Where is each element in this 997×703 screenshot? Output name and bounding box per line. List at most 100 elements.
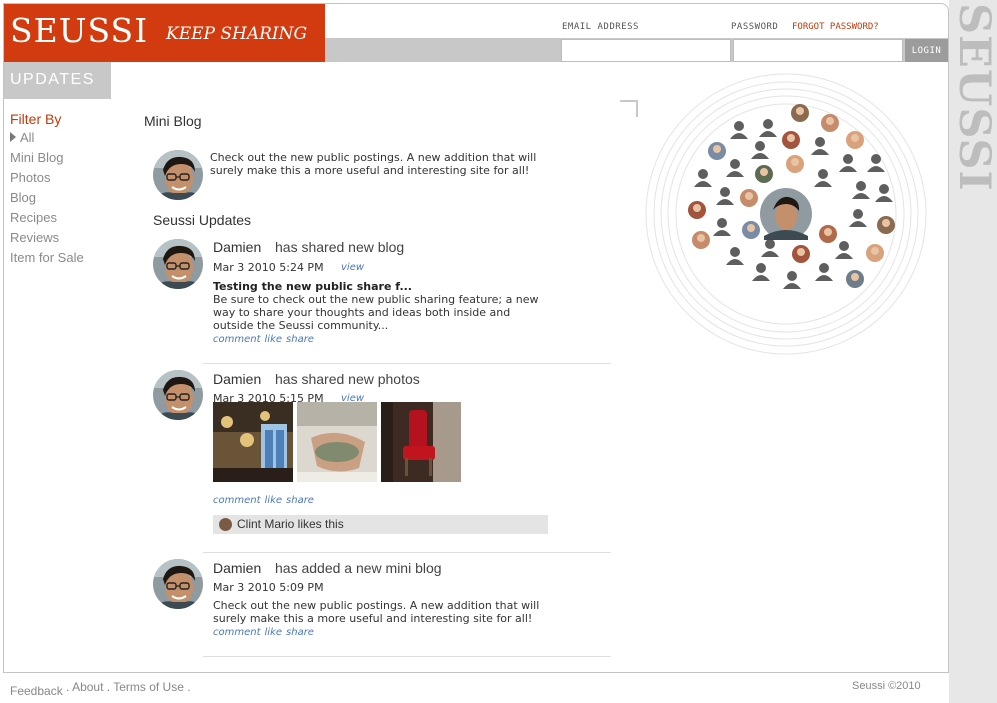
friend-silhouette-icon[interactable] <box>752 263 770 281</box>
post-title[interactable]: Testing the new public share f... <box>213 280 412 293</box>
friend-silhouette-icon[interactable] <box>713 218 731 236</box>
comment-link[interactable]: comment <box>213 495 261 506</box>
feed-user-name[interactable]: Damien <box>213 560 261 576</box>
photo-thumbnail-red-chair[interactable] <box>381 402 461 482</box>
friend-avatar-face <box>796 107 804 115</box>
friend-avatar-face <box>713 145 721 153</box>
feed-action: has shared new blog <box>275 239 405 255</box>
post-actions: comment like share <box>213 627 318 638</box>
about-link[interactable]: About <box>72 680 103 694</box>
feed-action: has added a new mini blog <box>275 560 442 576</box>
friend-avatar-face <box>791 158 799 166</box>
friend-avatar-face <box>851 273 859 281</box>
filter-item-mini-blog[interactable]: Mini Blog <box>10 150 84 170</box>
friend-silhouette-icon[interactable] <box>730 121 748 139</box>
post-body: Be sure to check out the new public shar… <box>213 293 539 332</box>
share-link[interactable]: share <box>286 627 314 638</box>
like-link[interactable]: like <box>265 495 283 506</box>
filter-title: Filter By <box>10 111 62 127</box>
friend-silhouette-icon[interactable] <box>852 181 870 199</box>
comment-link[interactable]: comment <box>213 627 261 638</box>
friend-avatar-face <box>826 117 834 125</box>
footer-separator: . <box>187 680 191 694</box>
liker-avatar[interactable] <box>219 518 232 531</box>
mini-blog-text: Check out the new public postings. A new… <box>210 151 537 177</box>
friend-silhouette-icon[interactable] <box>751 141 769 159</box>
triangle-right-icon <box>10 132 16 142</box>
friend-avatar-face <box>693 204 701 212</box>
avatar[interactable] <box>153 239 203 289</box>
friend-silhouette-icon[interactable] <box>815 263 833 281</box>
feed-user-name[interactable]: Damien <box>213 371 261 387</box>
filter-item-photos[interactable]: Photos <box>10 170 84 190</box>
friend-avatar-face <box>797 248 805 256</box>
friend-silhouette-icon[interactable] <box>761 239 779 257</box>
friend-avatar-face <box>747 224 755 232</box>
avatar[interactable] <box>153 150 203 200</box>
filter-list: All Mini Blog Photos Blog Recipes Review… <box>10 130 84 270</box>
like-link[interactable]: like <box>265 334 283 345</box>
avatar[interactable] <box>153 370 203 420</box>
friend-silhouette-icon[interactable] <box>726 247 744 265</box>
filter-item-all[interactable]: All <box>10 130 84 150</box>
share-link[interactable]: share <box>286 495 314 506</box>
feed-item: Damien has shared new photos Mar 3 2010 … <box>153 370 613 554</box>
friend-silhouette-icon[interactable] <box>814 169 832 187</box>
friend-silhouette-icon[interactable] <box>839 154 857 172</box>
tagline: KEEP SHARING <box>166 24 308 44</box>
terms-link[interactable]: Terms of Use <box>113 680 184 694</box>
like-link[interactable]: like <box>265 627 283 638</box>
feed-item: Damien has shared new blog Mar 3 2010 5:… <box>153 239 613 364</box>
avatar[interactable] <box>153 559 203 609</box>
view-link[interactable]: view <box>341 262 364 273</box>
feedback-link[interactable]: Feedback <box>10 684 63 698</box>
friend-silhouette-icon[interactable] <box>716 187 734 205</box>
login-button[interactable]: LOGIN <box>905 39 948 62</box>
forgot-password-link[interactable]: FORGOT PASSWORD? <box>792 22 879 32</box>
footer-links: Feedback . About . Terms of Use . <box>10 680 191 698</box>
friend-avatar-face <box>824 228 832 236</box>
comment-link[interactable]: comment <box>213 334 261 345</box>
friend-silhouette-icon[interactable] <box>783 271 801 289</box>
friend-silhouette-icon[interactable] <box>875 184 893 202</box>
password-input[interactable] <box>733 39 903 62</box>
feed-timestamp: Mar 3 2010 5:24 PM <box>213 261 324 274</box>
updates-title: Seussi Updates <box>153 212 252 228</box>
photo-thumbnail-chandeliers[interactable] <box>213 402 293 482</box>
photo-thumbnail-bathtub[interactable] <box>297 402 377 482</box>
site-logo[interactable]: SEUSSI KEEP SHARING <box>4 4 325 62</box>
tab-updates[interactable]: UPDATES <box>4 62 111 99</box>
email-input[interactable] <box>561 39 731 62</box>
share-link[interactable]: share <box>286 334 314 345</box>
likes-text: Clint Mario likes this <box>237 517 344 531</box>
feed-action: has shared new photos <box>275 371 420 387</box>
friend-avatar-face <box>697 234 705 242</box>
feed-user-name[interactable]: Damien <box>213 239 261 255</box>
friend-silhouette-icon[interactable] <box>759 119 777 137</box>
side-brand-logo: SEUSSI <box>949 3 997 213</box>
post-actions: comment like share <box>213 495 318 506</box>
friend-silhouette-icon[interactable] <box>867 154 885 172</box>
filter-item-recipes[interactable]: Recipes <box>10 210 84 230</box>
post-body: Check out the new public postings. A new… <box>213 599 540 625</box>
email-label: EMAIL ADDRESS <box>562 22 639 32</box>
friend-silhouette-icon[interactable] <box>849 209 867 227</box>
filter-item-label: All <box>20 130 35 145</box>
friend-avatar-face <box>851 134 859 142</box>
friend-avatar-face <box>882 219 890 227</box>
corner-bracket <box>620 100 638 117</box>
center-user-avatar[interactable] <box>760 188 812 240</box>
filter-item-item-for-sale[interactable]: Item for Sale <box>10 250 84 270</box>
side-brand-text: SEUSSI <box>949 3 997 192</box>
logo-text: SEUSSI <box>10 11 149 50</box>
friend-silhouette-icon[interactable] <box>726 159 744 177</box>
friend-avatar-face <box>760 168 768 176</box>
friends-network <box>645 73 927 355</box>
friend-silhouette-icon[interactable] <box>835 241 853 259</box>
filter-item-blog[interactable]: Blog <box>10 190 84 210</box>
friend-silhouette-icon[interactable] <box>694 169 712 187</box>
feed-timestamp: Mar 3 2010 5:09 PM <box>213 581 324 594</box>
friend-silhouette-icon[interactable] <box>811 137 829 155</box>
friend-avatar-face <box>787 134 795 142</box>
filter-item-reviews[interactable]: Reviews <box>10 230 84 250</box>
